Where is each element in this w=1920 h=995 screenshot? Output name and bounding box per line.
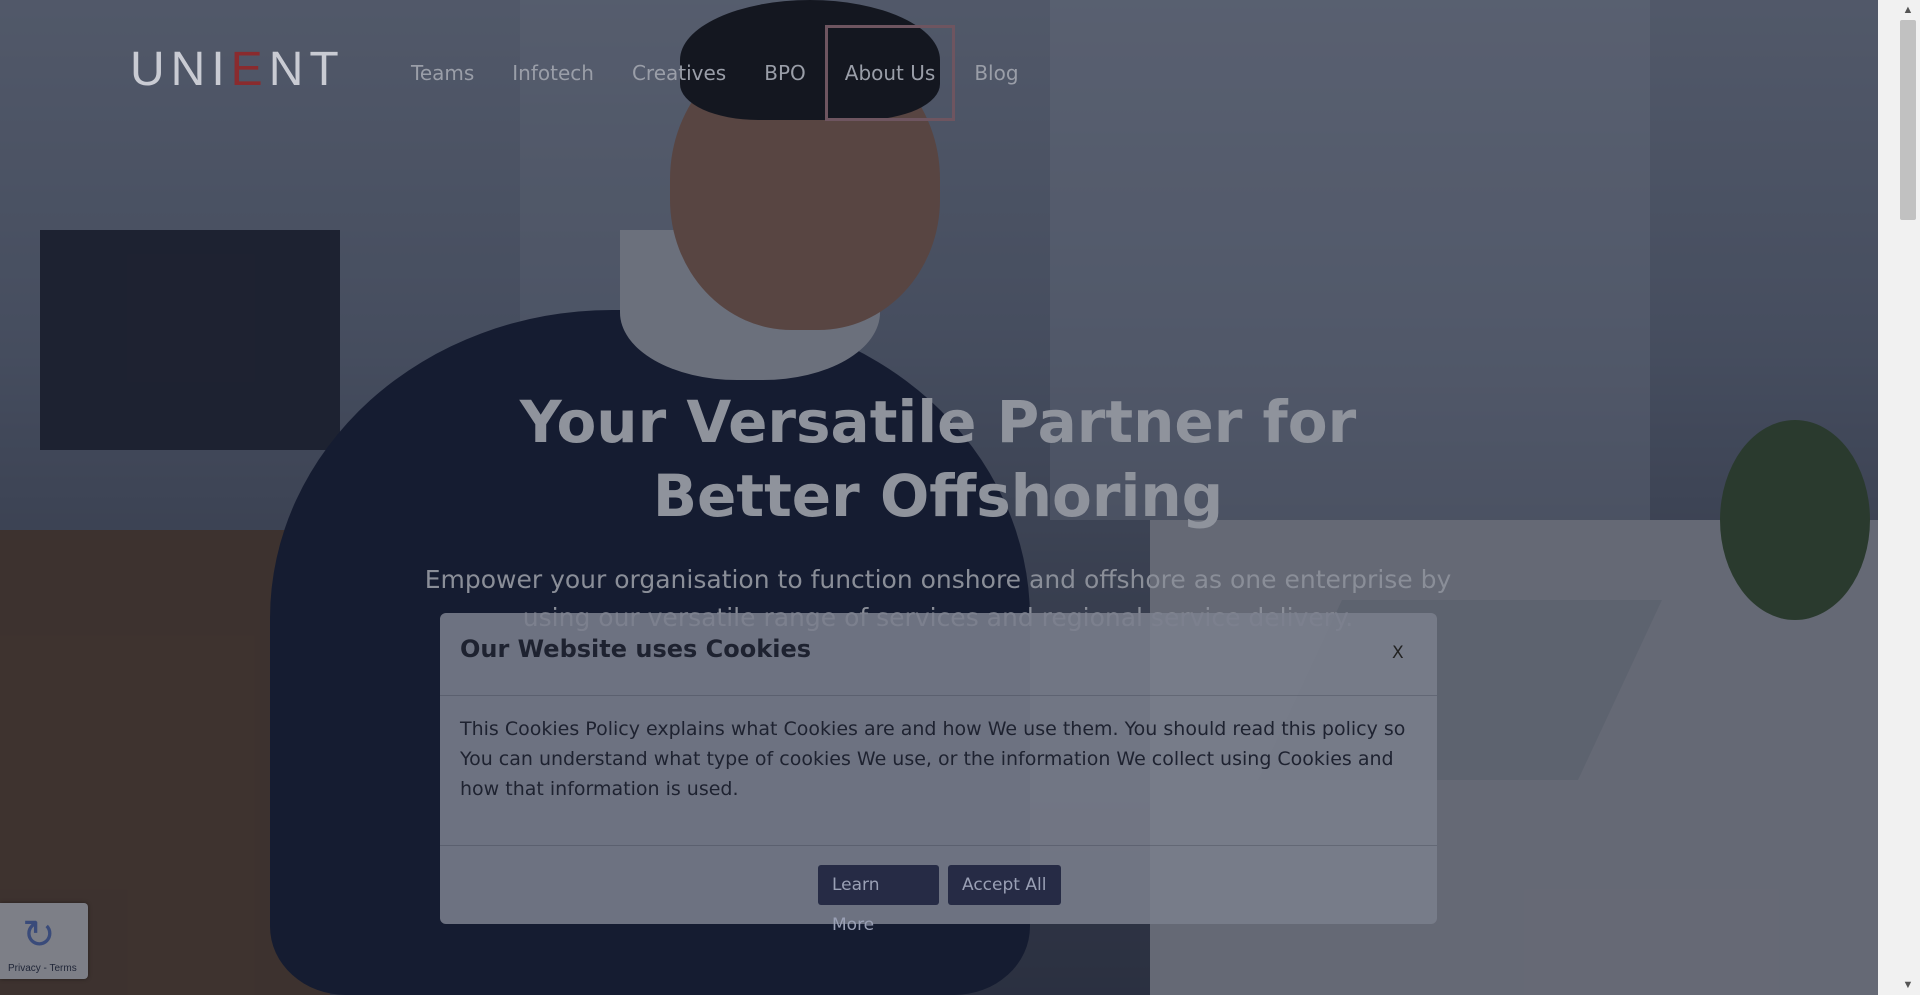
recaptcha-badge[interactable]: ↻ Privacy - Terms	[0, 903, 88, 979]
main-nav: Teams Infotech Creatives BPO About Us Bl…	[392, 25, 1038, 121]
learn-more-button[interactable]: Learn More	[818, 865, 939, 935]
divider	[440, 695, 1437, 696]
logo-mark: E	[230, 43, 269, 96]
nav-item-creatives[interactable]: Creatives	[613, 52, 745, 121]
close-icon[interactable]: X	[1392, 643, 1404, 663]
recaptcha-icon: ↻	[22, 913, 56, 957]
triangle-up-icon[interactable]: ▲	[1900, 2, 1916, 18]
nav-item-teams[interactable]: Teams	[392, 52, 493, 121]
hero-title: Your Versatile Partner for Better Offsho…	[519, 388, 1357, 530]
nav-item-blog[interactable]: Blog	[955, 52, 1037, 121]
cookie-modal-body: This Cookies Policy explains what Cookie…	[460, 718, 1406, 800]
accept-all-button[interactable]: Accept All	[948, 865, 1061, 905]
unient-logo[interactable]: UNIENT	[130, 46, 345, 94]
divider	[440, 845, 1437, 846]
scrollbar-thumb[interactable]	[1900, 20, 1916, 220]
cookie-modal-title: Our Website uses Cookies	[460, 635, 811, 663]
nav-item-infotech[interactable]: Infotech	[493, 52, 613, 121]
nav-item-about-us[interactable]: About Us	[824, 25, 956, 121]
logo-text: NT	[268, 43, 345, 96]
page-scrollbar[interactable]: ▲ ▼	[1878, 0, 1920, 995]
triangle-down-icon[interactable]: ▼	[1900, 977, 1916, 993]
logo-text: UNI	[130, 43, 231, 96]
recaptcha-links[interactable]: Privacy - Terms	[8, 963, 77, 974]
nav-item-bpo[interactable]: BPO	[745, 52, 825, 121]
cookie-consent-modal: Our Website uses Cookies X This Cookies …	[440, 613, 1437, 935]
